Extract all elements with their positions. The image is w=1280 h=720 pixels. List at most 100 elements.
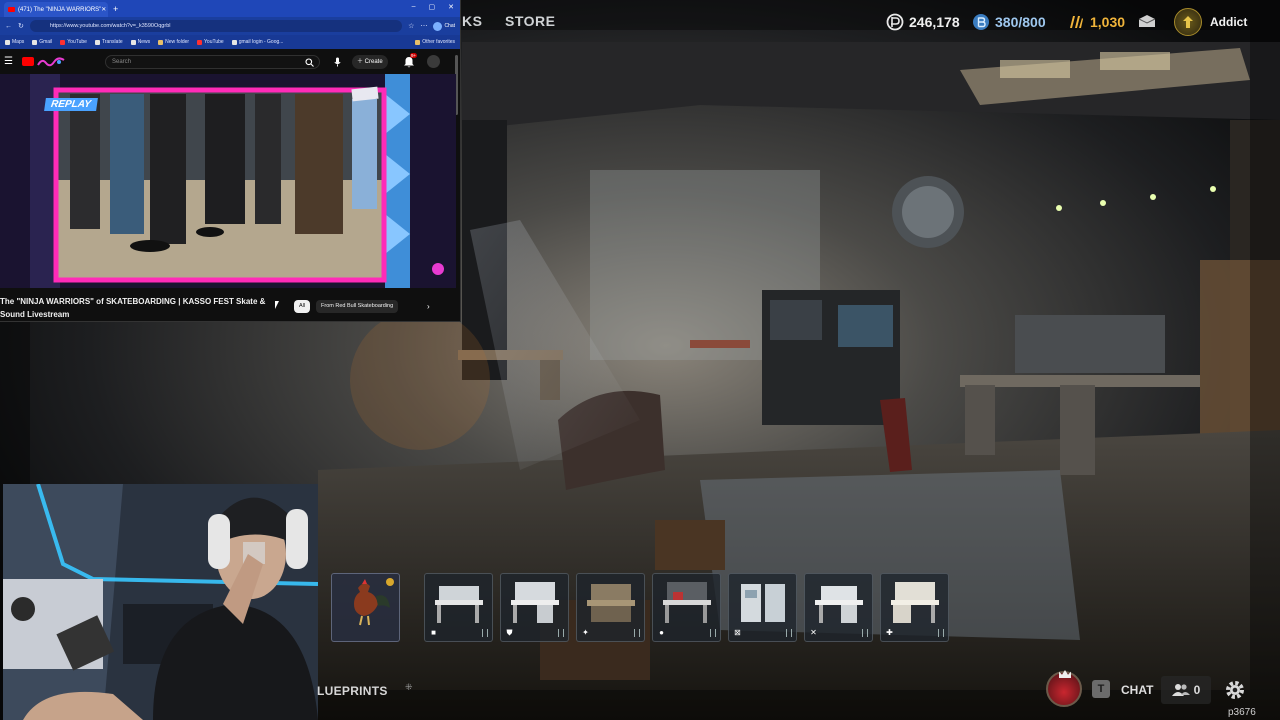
youtube-doodle-icon[interactable] [37,56,65,67]
bookmark-icon [5,39,10,45]
nav-tab-store[interactable]: STORE [505,13,555,29]
blueprint-slot-rooster[interactable] [331,573,400,642]
bookmark-icon [32,39,38,45]
perk-icon: ⛊ [506,628,513,637]
workbench-icon [435,586,483,623]
blueprint-slot-workbench-5[interactable]: ⊠ [728,573,797,642]
bookmark-item[interactable]: gmail login - Goog... [231,39,283,45]
browser-address-row: ← ↻ https://www.youtube.com/watch?v=_k35… [0,17,460,35]
workbench-icon [587,584,635,622]
nav-tab-partial[interactable]: KS [462,13,482,29]
back-icon[interactable]: ← [5,23,12,30]
bookmark-icon [231,39,237,45]
blueprint-slot-workbench-3[interactable]: ✦ [576,573,645,642]
star-icon[interactable]: ☆ [408,22,414,30]
level-bars-icon [938,629,944,637]
filter-chip-all[interactable]: All [294,300,311,313]
minimize-button[interactable]: – [412,3,416,11]
search-button[interactable] [299,55,319,69]
workbench-icon [815,586,863,623]
currency-bonds-value: 380/800 [995,14,1046,30]
game-screen: KS STORE 246,178 380/800 1,030 Addict (4… [0,0,1280,720]
bookmark-item[interactable]: YouTube [197,39,224,45]
workbench-icon [891,582,939,623]
video-title: The "NINJA WARRIORS" of SKATEBOARDING | … [0,297,266,319]
close-window-button[interactable]: ✕ [448,3,454,11]
coin-icon [886,13,904,31]
rooster-icon [354,579,390,626]
window-controls: – ▢ ✕ [412,3,454,11]
bookmark-item[interactable]: Maps [5,39,24,45]
bookmark-item[interactable]: YouTube [60,39,87,45]
credit-icon [1070,16,1083,28]
filter-chip-channel[interactable]: From Red Bull Skateboarding [316,300,399,313]
bond-icon [973,14,989,30]
bookmark-icon [60,39,66,45]
settings-gear-icon[interactable] [1224,679,1246,701]
browser-tab[interactable]: (471) The "NINJA WARRIORS" ✕ [4,2,108,17]
user-tag: p3676 [1228,707,1256,718]
video-player[interactable]: REPLAY [0,74,456,288]
friends-button[interactable]: 0 [1161,676,1211,704]
youtube-favicon-icon [8,7,15,12]
microphone-icon [333,57,341,67]
webcam-overlay [3,484,318,720]
browser-window: (471) The "NINJA WARRIORS" ✕ + – ▢ ✕ ← ↻… [0,0,461,322]
currency-roubles-value: 246,178 [909,14,960,30]
voice-search-button[interactable] [330,55,344,69]
bookmark-item[interactable]: New folder [158,39,189,45]
blueprints-hint-icon: ⁜ [405,682,413,692]
extensions-icon[interactable]: ⋯ [420,22,427,30]
blueprint-slot-workbench-1[interactable]: ■ [424,573,493,642]
top-hud: KS STORE 246,178 380/800 1,030 Addict [462,0,1280,42]
level-bars-icon [862,629,868,637]
close-tab-icon[interactable]: ✕ [101,6,106,13]
currency-bonds: 380/800 [972,12,1046,32]
youtube-search-input[interactable]: Search [105,55,320,69]
currency-credits-value: 1,030 [1090,14,1126,30]
create-button[interactable]: ＋ Create [352,55,388,69]
level-bars-icon [558,629,564,637]
workbench-icon [663,582,711,623]
blueprint-slot-workbench-4[interactable]: ● [652,573,721,642]
bookmark-item[interactable]: Gmail [32,39,52,45]
folder-icon [158,39,164,45]
blueprints-label[interactable]: LUEPRINTS [317,684,388,698]
account-avatar[interactable] [427,55,440,68]
bookmark-item[interactable]: News [130,39,150,45]
reload-icon[interactable]: ↻ [18,22,24,30]
youtube-logo-icon[interactable] [22,57,34,66]
bookmark-item[interactable]: Translate [94,39,123,45]
bookmark-icon [130,39,136,45]
chips-next-icon[interactable]: › [427,302,430,311]
address-bar[interactable]: https://www.youtube.com/watch?v=_k3590Oq… [29,20,403,32]
crown-icon [1059,670,1071,678]
new-tab-button[interactable]: + [113,4,118,14]
friends-count: 0 [1193,683,1201,697]
maximize-button[interactable]: ▢ [429,3,436,11]
blueprint-slot-workbench-6[interactable]: ✕ [804,573,873,642]
mail-icon[interactable] [1138,14,1156,28]
search-icon [304,57,314,67]
blueprint-slot-workbench-7[interactable]: ✚ [880,573,949,642]
perk-icon: ■ [431,628,436,637]
hamburger-menu-icon[interactable]: ☰ [4,56,18,67]
workbench-icon [741,584,785,622]
player-avatar[interactable] [1046,670,1082,707]
mouse-cursor-icon [275,301,279,309]
other-bookmarks[interactable]: Other favorites [415,39,455,45]
bookmark-icon [197,39,203,45]
chat-hotkey: T [1092,680,1110,698]
blueprint-slot-workbench-2[interactable]: ⛊ [500,573,569,642]
friends-icon [1171,684,1190,696]
perk-icon: ⊠ [734,628,741,637]
currency-roubles: 246,178 [886,12,960,32]
level-bars-icon [634,629,640,637]
folder-icon [415,39,421,45]
rank-icon[interactable] [1174,8,1202,36]
profile-button[interactable]: Chat [433,21,455,31]
chat-button[interactable]: CHAT [1121,683,1153,697]
profile-avatar-icon [433,21,443,31]
perk-icon: ✕ [810,628,817,637]
replay-overlay-label: REPLAY [44,98,98,111]
